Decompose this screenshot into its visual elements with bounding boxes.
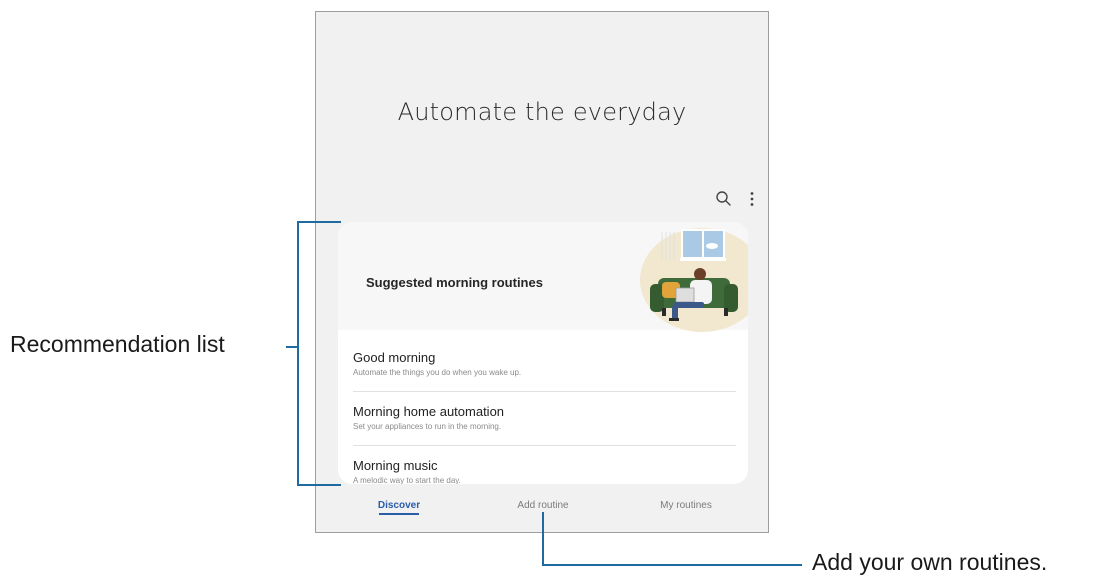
tab-discover[interactable]: Discover — [349, 500, 449, 511]
list-item-morning-home-automation[interactable]: Morning home automation Set your applian… — [338, 392, 748, 446]
card-title: Suggested morning routines — [366, 275, 543, 290]
tab-add-routine[interactable]: Add routine — [493, 500, 593, 511]
person-reading-on-couch-illustration — [614, 222, 748, 332]
tab-my-routines[interactable]: My routines — [636, 500, 736, 511]
callout-recommendation-list: Recommendation list — [10, 331, 225, 357]
callout-connector-horizontal — [542, 564, 802, 566]
callout-bracket — [297, 221, 299, 486]
callout-bracket-top — [297, 221, 341, 223]
item-subtitle: Automate the things you do when you wake… — [353, 368, 522, 377]
more-vertical-icon[interactable] — [742, 189, 762, 209]
item-subtitle: A melodic way to start the day. — [353, 476, 461, 484]
item-title: Morning home automation — [353, 404, 505, 419]
list-item-morning-music[interactable]: Morning music A melodic way to start the… — [338, 446, 748, 484]
callout-bracket-bottom — [297, 484, 341, 486]
device-screen: Automate the everyday Suggested morning … — [315, 11, 769, 533]
list-item-good-morning[interactable]: Good morning Automate the things you do … — [338, 338, 748, 392]
item-title: Good morning — [353, 350, 436, 365]
recommendation-card: Suggested morning routines Good morning … — [338, 222, 748, 484]
search-icon[interactable] — [714, 189, 734, 209]
tab-active-indicator — [379, 513, 419, 515]
item-title: Morning music — [353, 458, 438, 473]
card-header: Suggested morning routines — [338, 222, 748, 332]
item-subtitle: Set your appliances to run in the mornin… — [353, 422, 502, 431]
hero-title: Automate the everyday — [397, 98, 687, 126]
callout-add-routines: Add your own routines. — [812, 549, 1048, 575]
callout-connector-vertical — [542, 512, 544, 566]
